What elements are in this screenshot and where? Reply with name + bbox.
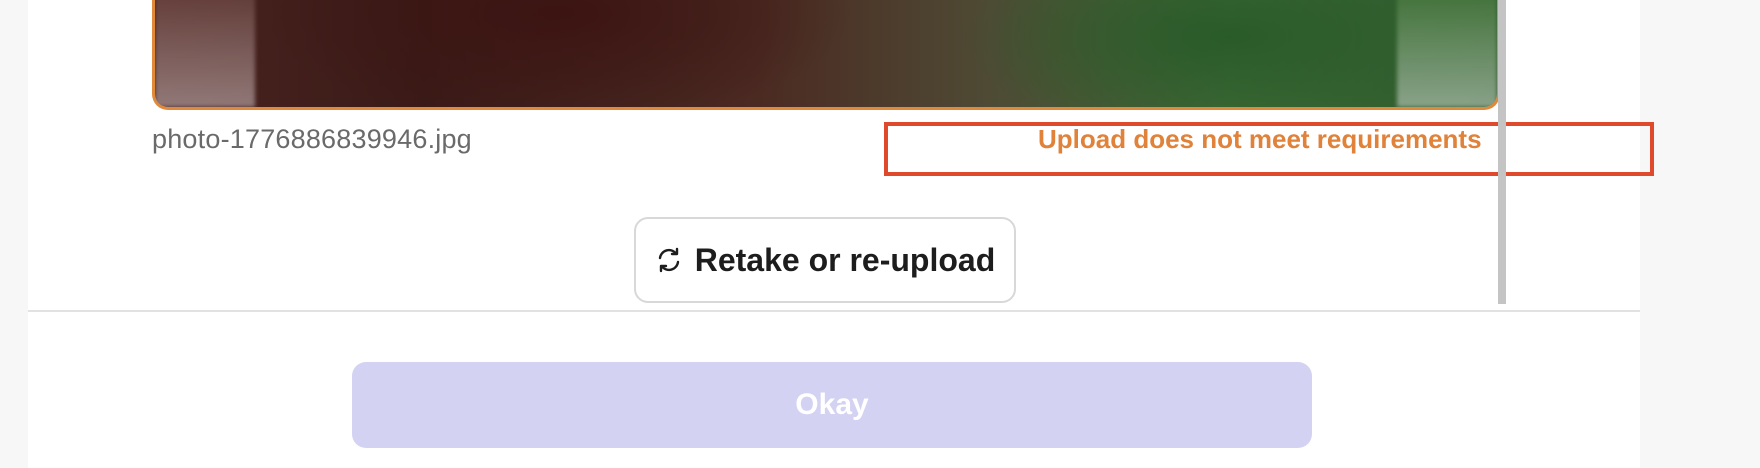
photo-filename: photo-1776886839946.jpg bbox=[152, 124, 472, 154]
retake-button[interactable]: Retake or re-upload bbox=[634, 217, 1016, 303]
modal-scrollbar[interactable] bbox=[1498, 0, 1506, 304]
okay-button[interactable]: Okay bbox=[352, 362, 1312, 448]
okay-button-label: Okay bbox=[795, 388, 869, 421]
photo-blur-right bbox=[1397, 0, 1497, 107]
photo-blur-left bbox=[155, 0, 255, 107]
refresh-icon bbox=[655, 246, 683, 274]
upload-review-page: photo-1776886839946.jpg Upload does not … bbox=[0, 0, 1760, 468]
photo-image bbox=[155, 0, 1497, 107]
footer-divider bbox=[28, 310, 1640, 312]
error-highlight-box bbox=[884, 122, 1654, 176]
uploaded-photo-preview bbox=[152, 0, 1500, 110]
retake-button-label: Retake or re-upload bbox=[694, 241, 996, 278]
